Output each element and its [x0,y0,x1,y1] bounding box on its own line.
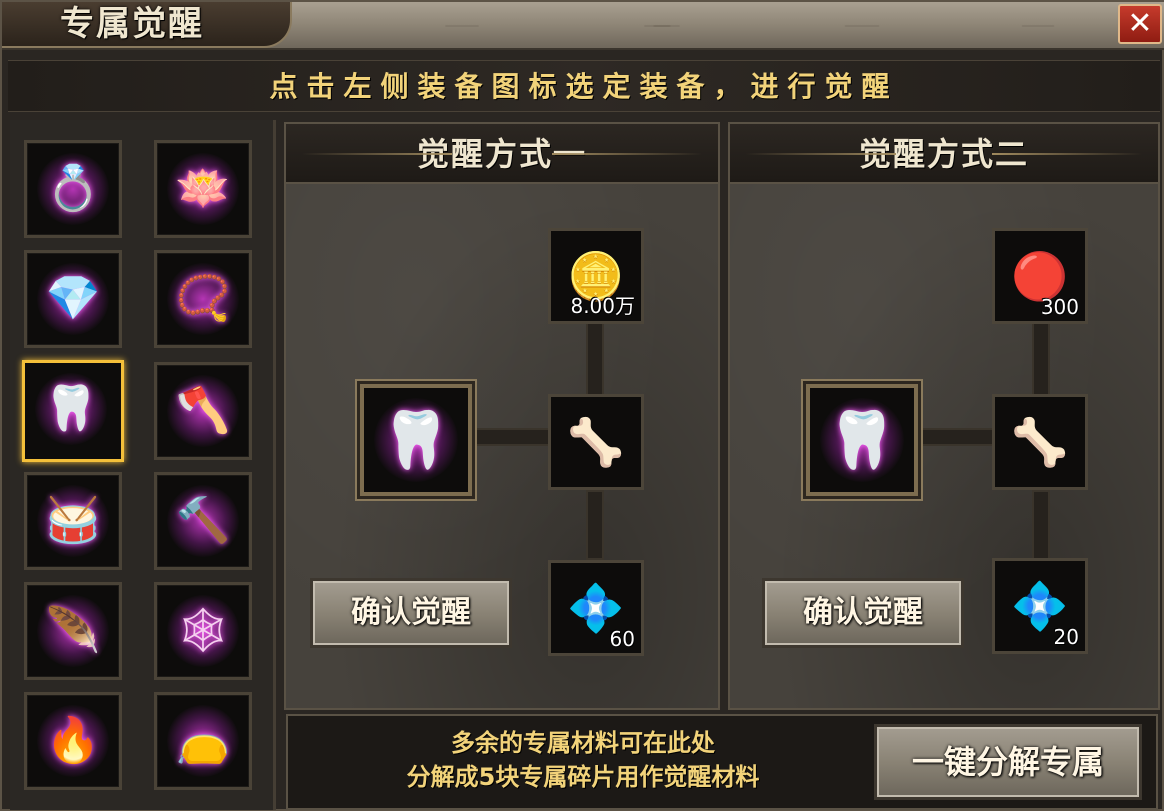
drum-icon: 🥁 [45,495,101,546]
tusk-icon: 🦷 [43,383,99,434]
equipment-slot-8[interactable]: 🔨 [154,472,252,570]
equipment-list: 💍 🪷 💎 📿 🦷 🪓 🥁 🔨 🪶 🕸 🔥 👝 [10,120,276,810]
pouch-icon: 👝 [175,715,231,766]
equipment-slot-4[interactable]: 📿 [154,250,252,348]
method-two-source-equipment[interactable]: 🦷 [806,384,918,496]
equipment-slot-1[interactable]: 💍 [24,140,122,238]
method-two-top-material[interactable]: 🔴 300 [992,228,1088,324]
method-one-result[interactable]: 🦴 [548,394,644,490]
feather-icon: 🪶 [45,605,101,656]
connector-top [1032,322,1050,400]
awakening-window: 专属觉醒 ✕ 点击左侧装备图标选定装备，进行觉醒 💍 🪷 💎 📿 🦷 🪓 🥁 🔨… [0,0,1164,811]
method-one-panel: 觉醒方式一 🪙 8.00万 🦴 💠 60 🦷 确认觉醒 [284,122,720,710]
decompose-hint-line-1: 多余的专属材料可在此处 [451,729,715,757]
axe-icon: 🪓 [175,385,231,436]
equipment-slot-7[interactable]: 🥁 [24,472,122,570]
equipment-slot-11[interactable]: 🔥 [24,692,122,790]
connector-top [586,322,604,400]
instruction-text: 点击左侧装备图标选定装备，进行觉醒 [8,60,1160,112]
flourish-left [746,153,896,155]
decompose-all-button[interactable]: 一键分解专属 [874,724,1142,800]
flourish-right [992,153,1142,155]
method-one-top-material[interactable]: 🪙 8.00万 [548,228,644,324]
connector-horizontal [912,428,996,446]
equipment-slot-6[interactable]: 🪓 [154,362,252,460]
lotus-icon: 🪷 [175,163,231,214]
connector-bottom [586,490,604,560]
equipment-slot-10[interactable]: 🕸 [154,582,252,680]
method-two-bottom-material[interactable]: 💠 20 [992,558,1088,654]
connector-bottom [1032,490,1050,560]
title-ornament [302,6,1102,46]
method-one-header: 觉醒方式一 [286,124,718,184]
hammer-icon: 🔨 [175,495,231,546]
equipment-slot-12[interactable]: 👝 [154,692,252,790]
necklace-icon: 📿 [175,273,231,324]
tusk-icon: 🦷 [381,408,451,473]
method-two-panel: 觉醒方式二 🔴 300 🦴 💠 20 🦷 确认觉醒 [728,122,1160,710]
method-one-bottom-material[interactable]: 💠 60 [548,560,644,656]
flourish-left [302,153,452,155]
material-count: 60 [609,627,635,651]
decompose-hint: 多余的专属材料可在此处 分解成5块专属碎片用作觉醒材料 [288,726,878,794]
awakened-tusk-icon: 🦴 [1011,415,1069,469]
window-title: 专属觉醒 [60,4,204,44]
method-one-source-equipment[interactable]: 🦷 [360,384,472,496]
equipment-slot-9[interactable]: 🪶 [24,582,122,680]
material-count: 8.00万 [570,294,635,318]
gem-cloth-icon: 💎 [45,273,101,324]
equipment-slot-2[interactable]: 🪷 [154,140,252,238]
web-icon: 🕸 [175,605,231,656]
tusk-icon: 🦷 [827,408,897,473]
connector-horizontal [466,428,550,446]
method-two-result[interactable]: 🦴 [992,394,1088,490]
decompose-strip: 多余的专属材料可在此处 分解成5块专属碎片用作觉醒材料 一键分解专属 [286,714,1158,810]
awakened-tusk-icon: 🦴 [567,415,625,469]
ring-icon: 💍 [45,163,101,214]
material-count: 20 [1053,625,1079,649]
confirm-awaken-button-two[interactable]: 确认觉醒 [762,578,964,648]
equipment-slot-5-selected[interactable]: 🦷 [22,360,124,462]
flame-orb-icon: 🔥 [45,715,101,766]
title-bar[interactable]: 专属觉醒 ✕ [2,2,1164,50]
decompose-hint-line-2: 分解成5块专属碎片用作觉醒材料 [406,763,760,791]
equipment-slot-3[interactable]: 💎 [24,250,122,348]
method-two-header: 觉醒方式二 [730,124,1158,184]
close-button[interactable]: ✕ [1118,4,1162,44]
material-count: 300 [1040,295,1079,319]
flourish-right [552,153,702,155]
close-icon: ✕ [1127,6,1153,41]
confirm-awaken-button-one[interactable]: 确认觉醒 [310,578,512,648]
